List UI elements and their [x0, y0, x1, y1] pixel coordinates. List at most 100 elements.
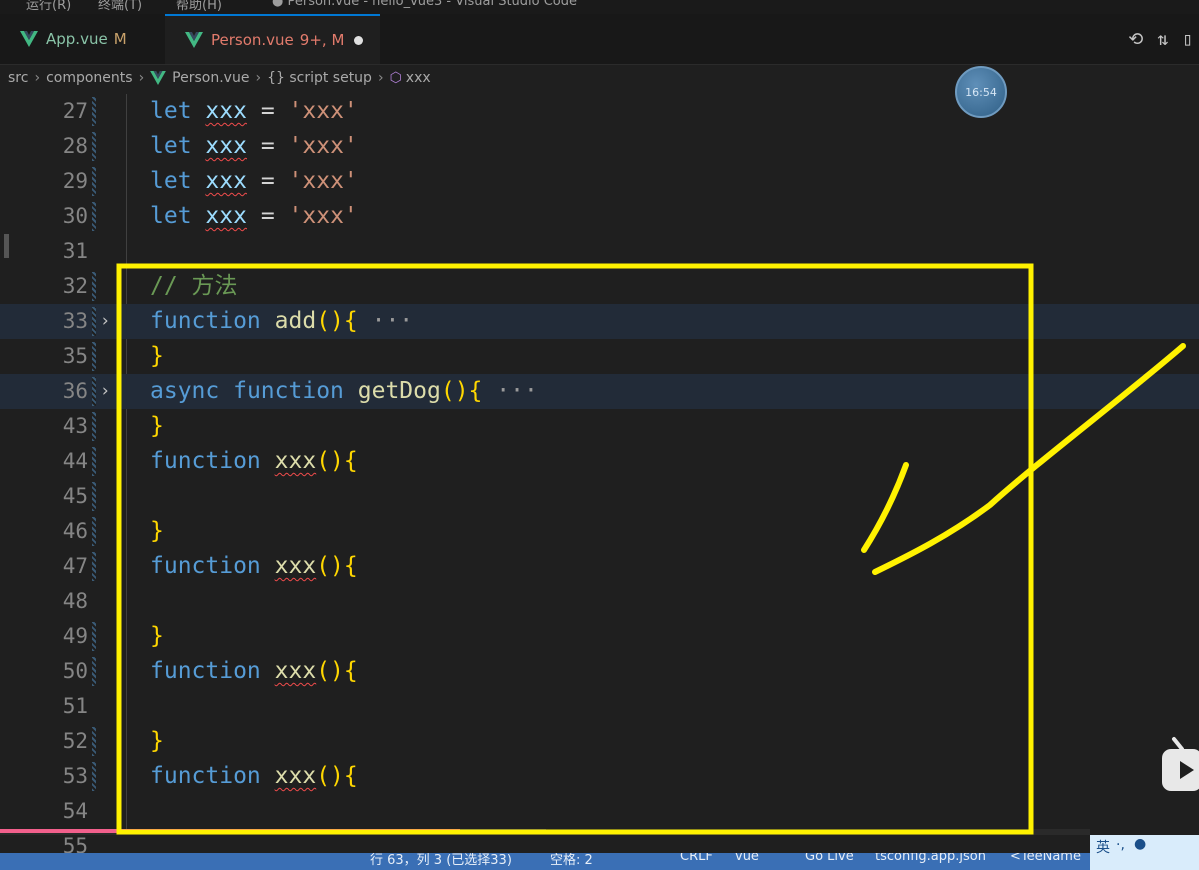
code-line[interactable]: 27 let xxx = 'xxx' — [0, 94, 1199, 129]
breadcrumb: src › components › Person.vue › {} scrip… — [0, 65, 1199, 91]
scrollbar-thumb[interactable] — [460, 829, 546, 833]
breadcrumb-item[interactable]: Person.vue — [172, 70, 249, 86]
code-line[interactable]: 28 let xxx = 'xxx' — [0, 129, 1199, 164]
line-number: 28 — [62, 134, 88, 158]
menu-help[interactable]: 帮助(H) — [176, 0, 222, 13]
video-progress-bar — [0, 829, 460, 833]
vue-icon — [185, 32, 203, 48]
chevron-right-icon: › — [34, 70, 41, 86]
line-number: 32 — [62, 274, 88, 298]
line-number: 53 — [62, 764, 88, 788]
tv-icon — [1162, 737, 1199, 791]
fold-expand-icon[interactable]: › — [100, 304, 110, 339]
code-line[interactable]: 29 let xxx = 'xxx' — [0, 164, 1199, 199]
code-line[interactable]: 36 › async function getDog(){ ··· — [0, 374, 1199, 409]
code-text: } — [150, 343, 164, 369]
code-line[interactable]: 49 } — [0, 619, 1199, 654]
line-number: 48 — [62, 589, 88, 613]
code-line[interactable]: 52 } — [0, 724, 1199, 759]
code-line[interactable]: 33 › function add(){ ··· — [0, 304, 1199, 339]
ts-name[interactable]: <TeeName — [1010, 853, 1081, 864]
git-change-marker — [92, 657, 96, 686]
timeline-icon[interactable]: ⟲ — [1128, 29, 1143, 50]
window-title: ● Person.vue - hello_vue3 - Visual Studi… — [272, 0, 578, 9]
git-change-marker — [92, 307, 96, 336]
line-number: 54 — [62, 799, 88, 823]
code-line[interactable]: 31 — [0, 234, 1199, 269]
cursor-position[interactable]: 行 63，列 3 (已选择33) — [370, 853, 512, 868]
fold-expand-icon[interactable]: › — [100, 374, 110, 409]
compare-changes-icon[interactable]: ⇅ — [1157, 29, 1168, 50]
code-text: } — [150, 518, 164, 544]
code-line[interactable]: 44 function xxx(){ — [0, 444, 1199, 479]
line-number: 52 — [62, 729, 88, 753]
code-text: function xxx(){ — [150, 448, 358, 474]
ime-punctuation-icon[interactable]: ·, — [1116, 837, 1125, 853]
git-change-marker — [92, 517, 96, 546]
git-change-marker — [92, 167, 96, 196]
git-change-marker — [92, 132, 96, 161]
git-change-marker — [92, 342, 96, 371]
code-line[interactable]: 47 function xxx(){ — [0, 549, 1199, 584]
code-text: function add(){ ··· — [150, 308, 414, 334]
line-number: 36 — [62, 379, 88, 403]
breadcrumb-item[interactable]: xxx — [406, 70, 431, 86]
code-line[interactable]: 32 // 方法 — [0, 269, 1199, 304]
ime-language[interactable]: 英 — [1096, 837, 1110, 857]
indentation[interactable]: 空格: 2 — [550, 853, 593, 868]
code-text: } — [150, 413, 164, 439]
horizontal-scrollbar[interactable] — [0, 829, 1090, 835]
tab-status: M — [113, 30, 127, 48]
code-line[interactable]: 53 function xxx(){ — [0, 759, 1199, 794]
line-number: 46 — [62, 519, 88, 543]
tab-bar: App.vue M Person.vue 9+, M — [0, 14, 1199, 65]
breadcrumb-item[interactable]: src — [8, 70, 28, 86]
line-number: 43 — [62, 414, 88, 438]
code-text: function xxx(){ — [150, 553, 358, 579]
line-number: 45 — [62, 484, 88, 508]
unsaved-dot-icon[interactable] — [354, 35, 364, 45]
code-line[interactable]: 30 let xxx = 'xxx' — [0, 199, 1199, 234]
language-mode[interactable]: vue — [735, 853, 759, 864]
chevron-right-icon: › — [138, 70, 145, 86]
code-line[interactable]: 54 — [0, 794, 1199, 829]
go-live-button[interactable]: Go Live — [805, 853, 854, 864]
line-number: 50 — [62, 659, 88, 683]
line-number: 30 — [62, 204, 88, 228]
code-text: } — [150, 728, 164, 754]
code-line[interactable]: 35 } — [0, 339, 1199, 374]
code-line[interactable]: 45 — [0, 479, 1199, 514]
code-line[interactable]: 48 — [0, 584, 1199, 619]
ime-toolbar[interactable]: 英 ·, ● — [1090, 835, 1199, 870]
code-editor[interactable]: 27 let xxx = 'xxx' 28 let xxx = 'xxx' 29… — [0, 94, 1199, 834]
tab-person-vue[interactable]: Person.vue 9+, M — [165, 14, 380, 64]
tab-label: Person.vue — [211, 31, 294, 49]
menu-terminal[interactable]: 终端(T) — [98, 0, 142, 13]
tab-label: App.vue — [46, 30, 108, 48]
code-line[interactable]: 51 — [0, 689, 1199, 724]
line-number: 35 — [62, 344, 88, 368]
line-number: 31 — [62, 239, 88, 263]
git-change-marker — [92, 727, 96, 756]
git-change-marker — [92, 482, 96, 511]
code-line[interactable]: 43 } — [0, 409, 1199, 444]
breadcrumb-item[interactable]: components — [46, 70, 133, 86]
menu-run[interactable]: 运行(R) — [26, 0, 71, 13]
editor-actions: ⟲ ⇅ ▯ — [1128, 14, 1199, 64]
line-number: 33 — [62, 309, 88, 333]
code-line[interactable]: 50 function xxx(){ — [0, 654, 1199, 689]
tsconfig-indicator[interactable]: tsconfig.app.json — [875, 853, 986, 864]
code-text: let xxx = 'xxx' — [150, 98, 358, 124]
code-comment: // 方法 — [150, 273, 238, 299]
tab-app-vue[interactable]: App.vue M — [0, 14, 160, 64]
code-text: let xxx = 'xxx' — [150, 133, 358, 159]
line-number: 49 — [62, 624, 88, 648]
code-line[interactable]: 46 } — [0, 514, 1199, 549]
line-number: 44 — [62, 449, 88, 473]
end-of-line[interactable]: CRLF — [680, 853, 713, 864]
breadcrumb-item[interactable]: {} script setup — [267, 70, 372, 86]
code-text: } — [150, 623, 164, 649]
ime-user-icon[interactable]: ● — [1134, 836, 1146, 852]
split-editor-icon[interactable]: ▯ — [1182, 29, 1193, 50]
status-bar: 行 63，列 3 (已选择33) 空格: 2 CRLF vue Go Live … — [0, 853, 1199, 870]
